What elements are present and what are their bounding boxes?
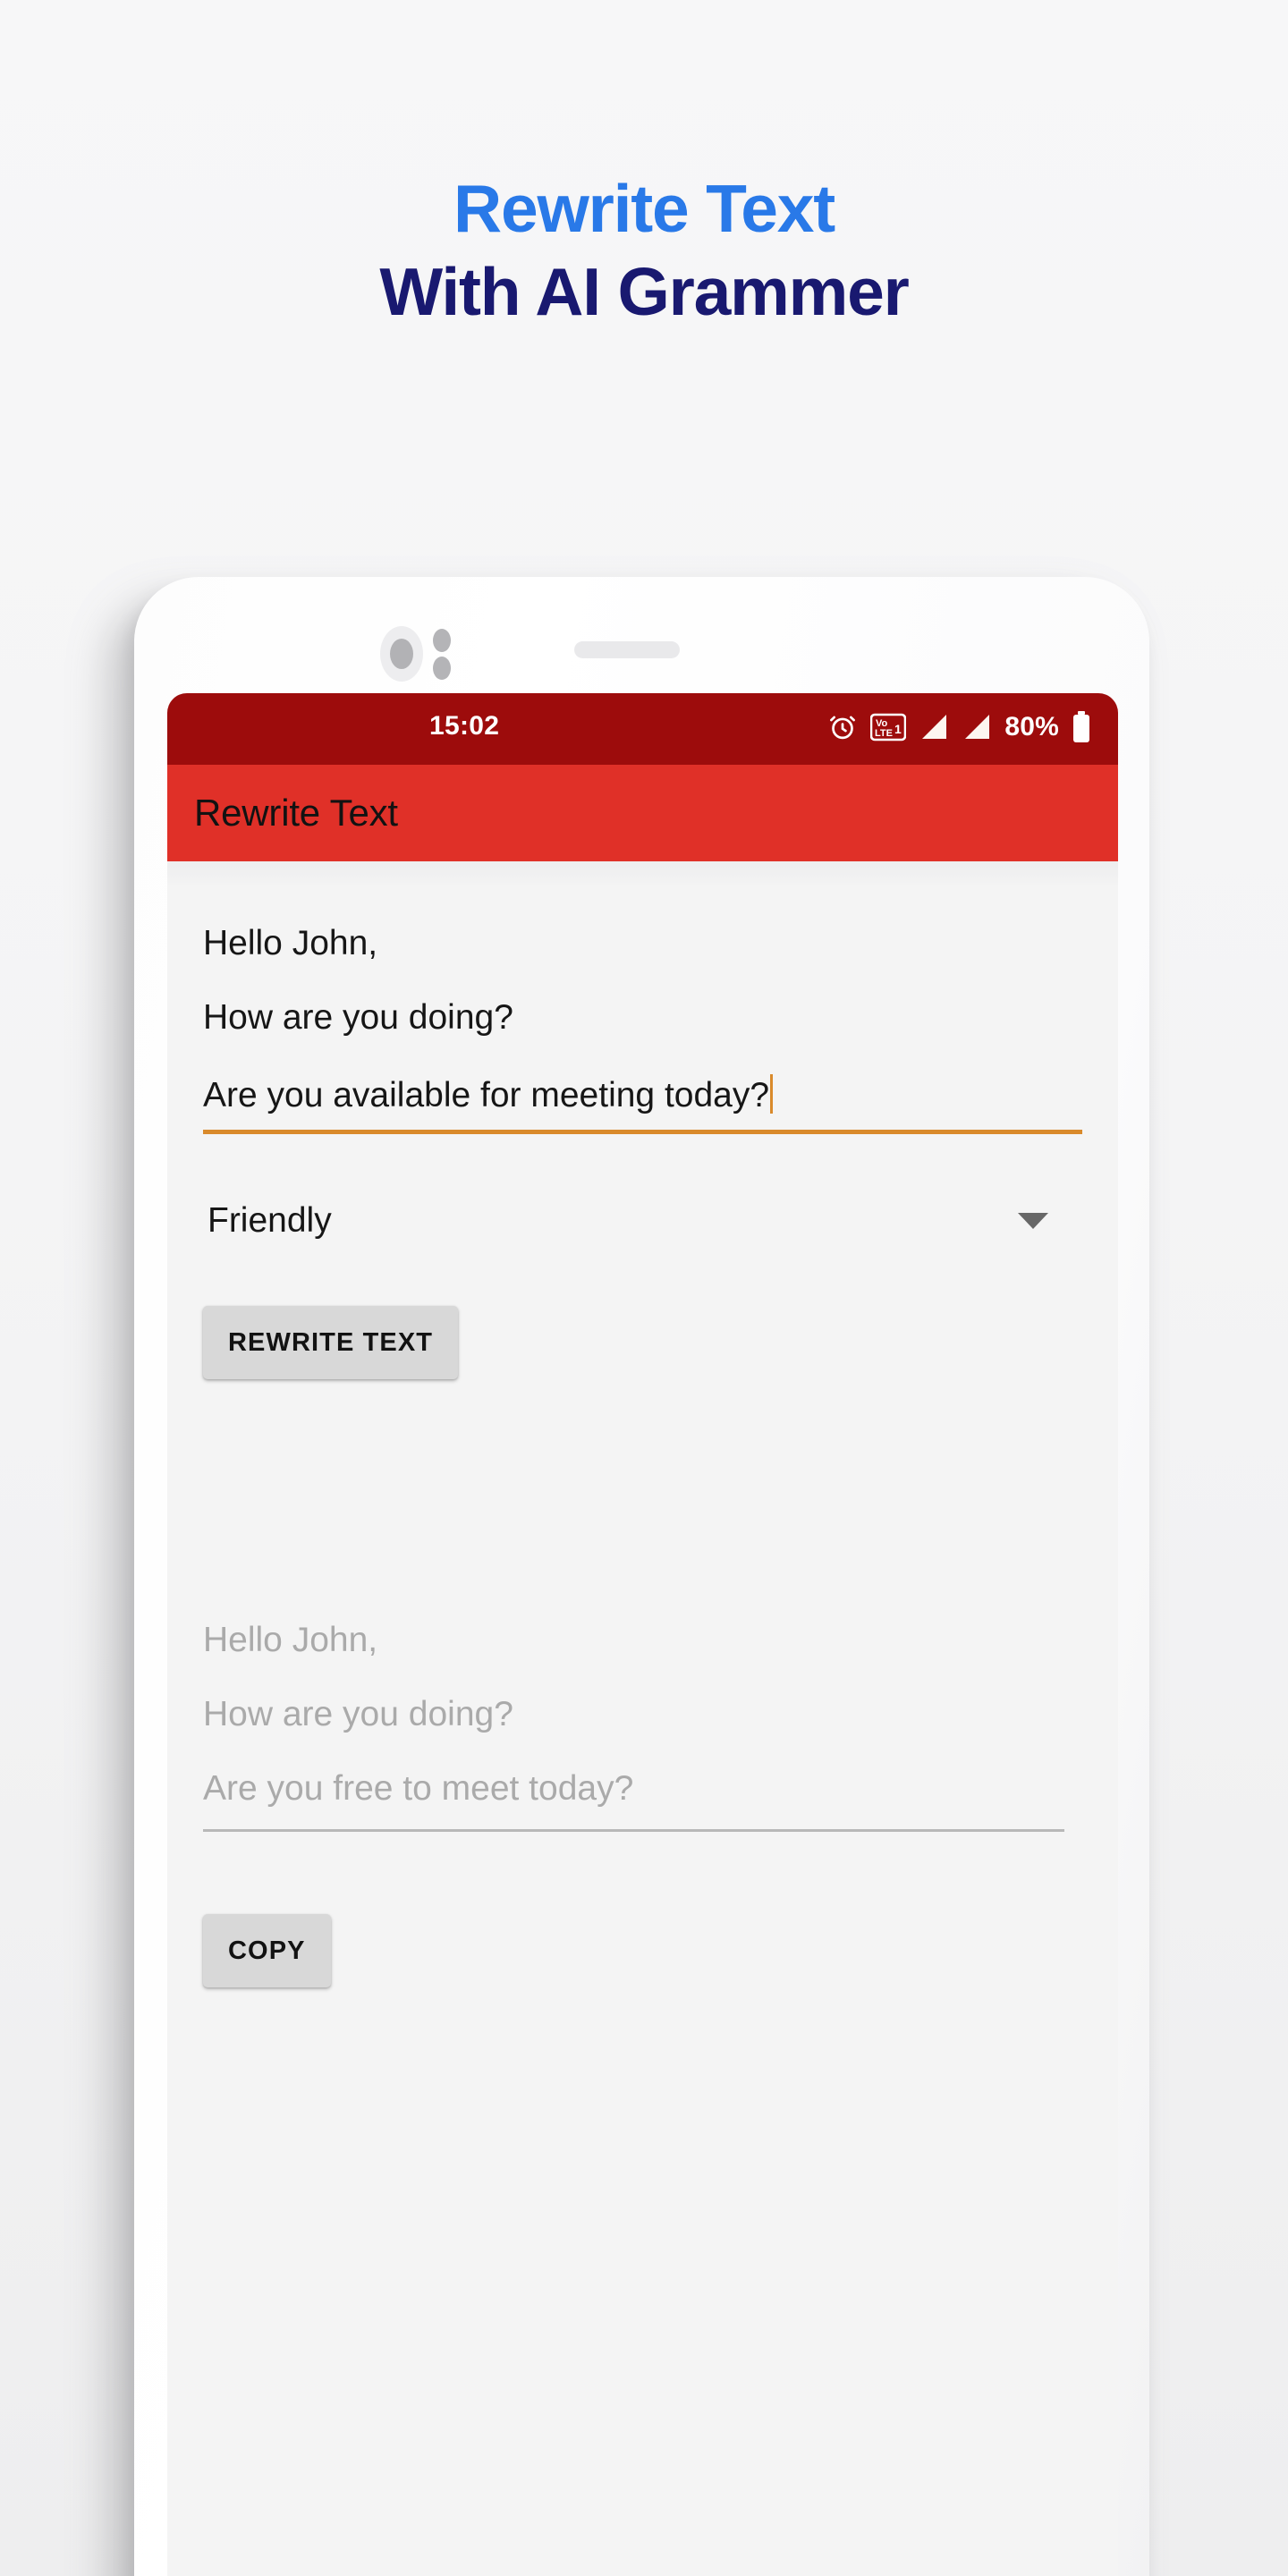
svg-text:1: 1 — [894, 722, 902, 736]
output-line-1: Hello John, — [203, 1621, 378, 1659]
status-time: 15:02 — [429, 711, 500, 741]
promo-headline: Rewrite Text With AI Grammer — [0, 170, 1288, 331]
signal-2-icon — [962, 713, 992, 741]
app-bar-title: Rewrite Text — [194, 792, 398, 834]
copy-button[interactable]: COPY — [203, 1914, 331, 1987]
input-line-3[interactable]: Are you available for meeting today? — [203, 1076, 769, 1114]
camera-sensor-bottom-icon — [433, 657, 451, 680]
input-line-3-wrapper[interactable]: Are you available for meeting today? — [203, 1055, 1082, 1130]
signal-1-icon — [919, 713, 949, 741]
volte-icon: Vo LTE 1 — [870, 712, 907, 742]
text-caret — [770, 1074, 774, 1114]
phone-screen: 15:02 Vo LTE 1 80% Rewrite Text Hello Jo… — [167, 693, 1118, 2576]
svg-text:LTE: LTE — [875, 728, 893, 739]
status-icon-group: Vo LTE 1 80% — [827, 708, 1091, 747]
battery-icon — [1072, 711, 1091, 743]
camera-lens-inner — [390, 639, 413, 669]
input-underline — [203, 1130, 1082, 1134]
result-text-output[interactable]: Hello John, How are you doing? Are you f… — [203, 1603, 1082, 1832]
app-bar: Rewrite Text — [167, 765, 1118, 861]
alarm-icon — [827, 712, 858, 742]
tone-select-value: Friendly — [208, 1201, 332, 1240]
speaker-grill-icon — [574, 641, 680, 658]
output-underline — [203, 1829, 1065, 1832]
status-bar: 15:02 Vo LTE 1 80% — [167, 693, 1118, 765]
camera-sensor-top-icon — [433, 629, 451, 652]
source-text-input[interactable]: Hello John, How are you doing? Are you a… — [203, 861, 1082, 1134]
output-line-3: Are you free to meet today? — [203, 1769, 634, 1808]
screen-content: Hello John, How are you doing? Are you a… — [167, 861, 1118, 2576]
chevron-down-icon[interactable] — [1018, 1213, 1048, 1229]
input-line-1[interactable]: Hello John, — [203, 906, 1082, 980]
camera-lens-outer — [380, 626, 423, 682]
rewrite-text-button[interactable]: REWRITE TEXT — [203, 1306, 459, 1379]
headline-line-primary: Rewrite Text — [453, 171, 835, 246]
camera-lens-icon — [380, 626, 487, 682]
battery-percent-label: 80% — [1004, 712, 1059, 741]
output-line-2: How are you doing? — [203, 1695, 513, 1733]
headline-line-secondary: With AI Grammer — [379, 254, 909, 329]
input-line-2[interactable]: How are you doing? — [203, 980, 1082, 1055]
tone-select[interactable]: Friendly — [203, 1190, 1082, 1252]
